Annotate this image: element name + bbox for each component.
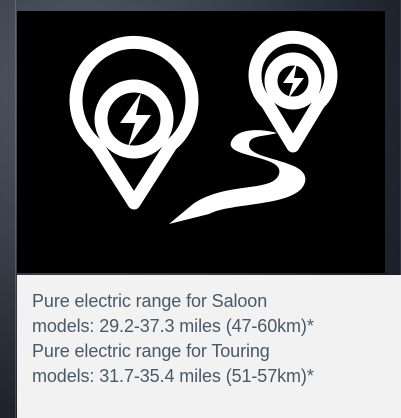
small-bolt-icon [283,63,304,99]
electric-range-illustration [17,11,385,273]
touring-range-line-2: models: 31.7-35.4 miles (51-57km)* [32,366,314,386]
range-caption: Pure electric range for Saloon models: 2… [17,275,401,418]
saloon-range-line-1: Pure electric range for Saloon [32,291,268,311]
saloon-range-line-2: models: 29.2-37.3 miles (47-60km)* [32,316,314,336]
large-bolt-icon [120,93,151,147]
electric-route-icon [69,30,338,224]
touring-range-line-1: Pure electric range for Touring [32,341,270,361]
